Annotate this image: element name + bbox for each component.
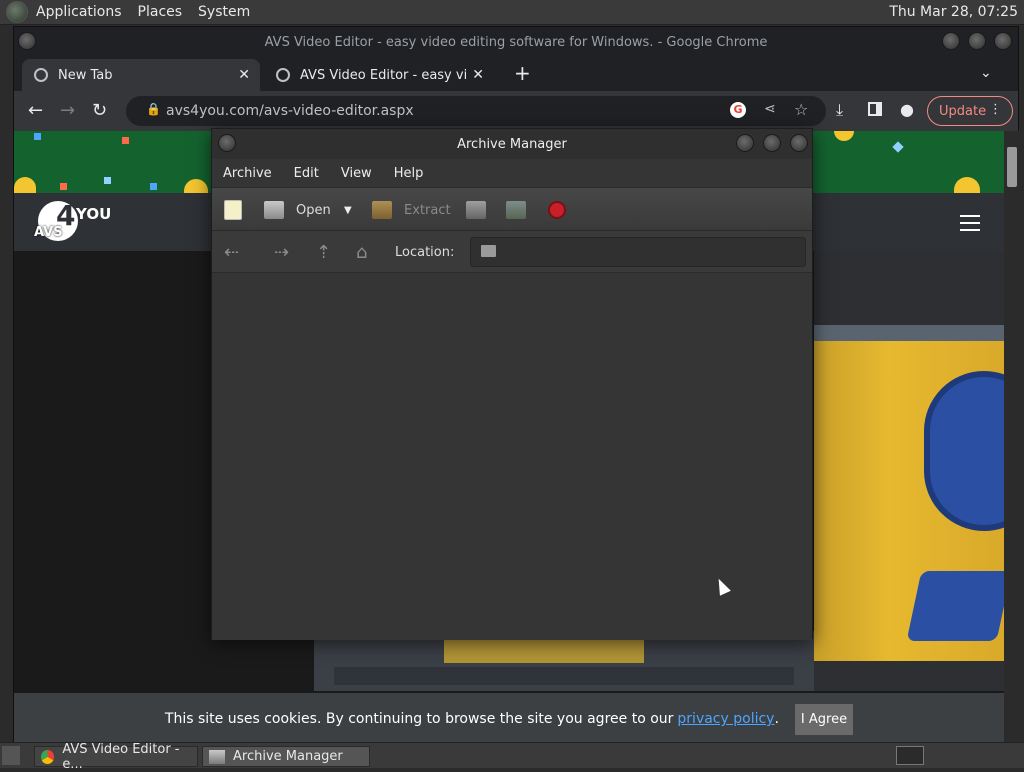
tab-label: AVS Video Editor - easy video xyxy=(300,67,468,83)
workspace-switcher[interactable] xyxy=(896,746,924,765)
task-chrome[interactable]: AVS Video Editor - e... xyxy=(34,742,198,772)
tab-label: New Tab xyxy=(58,67,113,83)
hamburger-menu-icon[interactable] xyxy=(960,215,980,231)
avs4you-logo[interactable]: 4 AVS YOU xyxy=(34,199,111,245)
stop-button[interactable] xyxy=(548,200,566,220)
chrome-icon xyxy=(34,68,48,82)
logo-avs: AVS xyxy=(34,225,63,240)
menu-dots-icon[interactable]: ⋮ xyxy=(989,102,1002,117)
up-icon[interactable]: ⇡ xyxy=(316,242,331,263)
open-dropdown-chevron-icon[interactable]: ▼ xyxy=(344,200,352,220)
menu-applications[interactable]: Applications xyxy=(28,4,130,20)
maximize-icon[interactable] xyxy=(968,32,986,50)
privacy-policy-link[interactable]: privacy policy xyxy=(677,711,774,727)
cookie-period: . xyxy=(774,711,779,727)
window-menu-icon[interactable] xyxy=(218,134,236,152)
task-label: AVS Video Editor - e... xyxy=(62,741,180,772)
open-label: Open xyxy=(296,202,331,218)
extract-icon xyxy=(372,201,392,219)
chrome-icon xyxy=(41,749,55,764)
globe-icon xyxy=(276,68,290,82)
toolbar: ← → ↻ 🔒 avs4you.com/avs-video-editor.asp… xyxy=(14,91,1018,131)
archive-menubar: Archive Edit View Help xyxy=(212,159,812,187)
close-window-icon[interactable] xyxy=(790,134,808,152)
show-desktop-icon[interactable] xyxy=(2,746,20,765)
new-archive-button[interactable] xyxy=(224,200,242,220)
update-button[interactable]: Update ⋮ xyxy=(927,96,1013,126)
maximize-icon[interactable] xyxy=(763,134,781,152)
extract-label: Extract xyxy=(404,202,451,218)
task-label: Archive Manager xyxy=(233,749,343,764)
logo-you: YOU xyxy=(76,205,112,223)
location-bar: ⇠ ⇢ ⇡ ⌂ Location: xyxy=(212,231,812,273)
forward-icon[interactable]: ⇢ xyxy=(274,242,289,263)
new-tab-icon[interactable]: + xyxy=(514,61,531,85)
add-folder-icon xyxy=(506,201,526,219)
folder-icon xyxy=(481,245,496,257)
home-icon[interactable]: ⌂ xyxy=(356,242,367,263)
tab-new-tab[interactable]: New Tab ✕ xyxy=(22,59,260,91)
close-tab-icon[interactable]: ✕ xyxy=(238,67,250,83)
window-menu-icon[interactable] xyxy=(18,32,36,50)
add-files-button[interactable] xyxy=(466,200,486,220)
tab-search-chevron-icon[interactable]: ⌄ xyxy=(980,65,992,81)
menu-help[interactable]: Help xyxy=(383,166,435,181)
archive-manager-window: Archive Manager Archive Edit View Help O… xyxy=(211,128,813,640)
minimize-icon[interactable] xyxy=(942,32,960,50)
url-text: avs4you.com/avs-video-editor.aspx xyxy=(166,103,414,119)
archive-manager-titlebar: Archive Manager xyxy=(212,129,812,159)
chrome-window-title: AVS Video Editor - easy video editing so… xyxy=(264,34,768,50)
profile-icon[interactable]: ● xyxy=(900,100,914,119)
bottom-taskbar: AVS Video Editor - e... Archive Manager xyxy=(0,742,1024,772)
menu-edit[interactable]: Edit xyxy=(283,166,330,181)
menu-places[interactable]: Places xyxy=(130,4,191,20)
add-files-icon xyxy=(466,201,486,219)
open-archive-icon xyxy=(264,201,284,219)
menu-view[interactable]: View xyxy=(330,166,383,181)
archive-manager-title: Archive Manager xyxy=(457,136,567,152)
location-entry[interactable] xyxy=(470,237,806,267)
cookie-text: This site uses cookies. By continuing to… xyxy=(164,711,674,727)
clock[interactable]: Thu Mar 28, 07:25 xyxy=(889,4,1018,20)
top-panel: Applications Places System Thu Mar 28, 0… xyxy=(0,0,1024,25)
share-icon[interactable]: ⋖ xyxy=(764,101,776,117)
hero-letter-shape xyxy=(924,371,1004,531)
back-icon[interactable]: ← xyxy=(28,100,43,121)
download-icon[interactable]: ⤓ xyxy=(836,100,843,120)
add-folder-button[interactable] xyxy=(506,200,526,220)
stop-icon xyxy=(548,201,566,219)
bookmark-star-icon[interactable]: ☆ xyxy=(794,100,808,119)
reload-icon[interactable]: ↻ xyxy=(92,100,107,121)
menu-system[interactable]: System xyxy=(190,4,258,20)
location-label: Location: xyxy=(395,245,455,260)
address-bar[interactable]: 🔒 avs4you.com/avs-video-editor.aspx G ⋖ … xyxy=(126,96,826,126)
cookie-bar: This site uses cookies. By continuing to… xyxy=(14,693,1004,743)
close-tab-icon[interactable]: ✕ xyxy=(472,67,484,83)
gnome-foot-icon[interactable] xyxy=(6,1,28,23)
scrollbar-thumb[interactable] xyxy=(1007,147,1017,187)
update-label: Update xyxy=(939,103,987,119)
hero-strip xyxy=(814,325,1004,341)
google-lens-icon[interactable]: G xyxy=(730,102,746,118)
extract-button[interactable]: Extract xyxy=(372,200,451,220)
minimize-icon[interactable] xyxy=(736,134,754,152)
menu-archive[interactable]: Archive xyxy=(212,166,283,181)
editor-preview-strip xyxy=(314,631,814,691)
open-button[interactable]: Open xyxy=(264,200,331,220)
forward-icon[interactable]: → xyxy=(60,100,75,121)
side-panel-icon[interactable] xyxy=(868,102,882,116)
close-window-icon[interactable] xyxy=(994,32,1012,50)
tab-strip: New Tab ✕ AVS Video Editor - easy video … xyxy=(14,57,1018,91)
hero-image xyxy=(814,341,1004,661)
task-archive-manager[interactable]: Archive Manager xyxy=(202,746,370,767)
lock-icon[interactable]: 🔒 xyxy=(146,102,161,116)
chrome-titlebar: AVS Video Editor - easy video editing so… xyxy=(14,27,1018,57)
back-icon[interactable]: ⇠ xyxy=(224,242,239,263)
new-archive-icon xyxy=(224,200,242,220)
page-scrollbar[interactable] xyxy=(1004,131,1020,743)
archive-toolbar: Open ▼ Extract xyxy=(212,187,812,231)
tab-avs-video-editor[interactable]: AVS Video Editor - easy video ✕ xyxy=(264,59,494,91)
i-agree-button[interactable]: I Agree xyxy=(794,703,854,735)
archive-manager-icon xyxy=(209,749,225,764)
